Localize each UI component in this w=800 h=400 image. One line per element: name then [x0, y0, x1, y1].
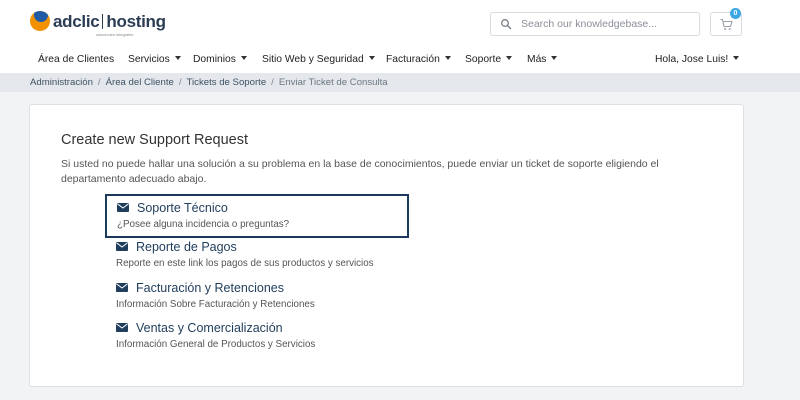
department-name: Ventas y Comercialización: [136, 321, 283, 335]
nav-item-label: Sitio Web y Seguridad: [262, 54, 364, 65]
nav-item-facturacion[interactable]: Facturación: [386, 54, 451, 65]
search-icon: [501, 19, 512, 30]
nav-item-label: Área de Clientes: [38, 54, 115, 65]
department-description: Reporte en este link los pagos de sus pr…: [116, 258, 374, 269]
department-facturacion-retenciones[interactable]: Facturación y Retenciones Información So…: [116, 279, 416, 317]
breadcrumb-separator: /: [97, 77, 101, 88]
breadcrumb-item-current: Enviar Ticket de Consulta: [278, 77, 388, 88]
breadcrumb-item-area-cliente[interactable]: Área del Cliente: [106, 77, 174, 88]
department-name: Facturación y Retenciones: [136, 281, 284, 295]
brand-name-left: adclic: [53, 12, 100, 31]
envelope-icon: [116, 283, 128, 292]
nav-item-label: Soporte: [465, 54, 502, 65]
breadcrumb: Administración / Área del Cliente / Tickets …: [0, 73, 800, 92]
caret-down-icon: [240, 56, 247, 60]
main-navigation: Área de Clientes Servicios Dominios Siti…: [0, 46, 800, 73]
caret-down-icon: [733, 56, 740, 60]
support-request-card: Create new Support Request Si usted no p…: [29, 104, 744, 387]
envelope-icon: [116, 242, 128, 251]
knowledgebase-search[interactable]: [490, 12, 700, 36]
department-link[interactable]: Ventas y Comercialización: [116, 319, 283, 337]
department-description: Información General de Productos y Servi…: [116, 339, 316, 350]
nav-item-soporte[interactable]: Soporte: [465, 54, 513, 65]
department-link[interactable]: Soporte Técnico: [117, 199, 228, 217]
department-reporte-pagos[interactable]: Reporte de Pagos Reporte en este link lo…: [116, 238, 416, 276]
department-name: Reporte de Pagos: [136, 240, 237, 254]
site-header: adclic hosting soluciones integrales 0: [0, 0, 800, 46]
caret-down-icon: [551, 56, 558, 60]
nav-item-sitio-web[interactable]: Sitio Web y Seguridad: [262, 54, 375, 65]
department-name: Soporte Técnico: [137, 201, 228, 215]
department-soporte-tecnico[interactable]: Soporte Técnico ¿Posee alguna incidencia…: [105, 194, 409, 238]
nav-item-label: Más: [527, 54, 547, 65]
nav-item-label: Facturación: [386, 54, 440, 65]
envelope-icon: [117, 203, 129, 212]
caret-down-icon: [368, 56, 375, 60]
nav-item-dominios[interactable]: Dominios: [193, 54, 247, 65]
nav-item-label: Servicios: [128, 54, 170, 65]
logo-mark-icon: [30, 11, 50, 31]
breadcrumb-separator: /: [178, 77, 182, 88]
page-description: Si usted no puede hallar una solución a …: [61, 158, 659, 185]
brand-tagline: soluciones integrales: [96, 32, 134, 37]
search-input[interactable]: [521, 16, 693, 32]
user-menu[interactable]: Hola, Jose Luis!: [655, 54, 740, 65]
brand-name: adclic hosting: [53, 12, 166, 32]
nav-item-label: Dominios: [193, 54, 236, 65]
nav-item-servicios[interactable]: Servicios: [128, 54, 181, 65]
department-link[interactable]: Facturación y Retenciones: [116, 279, 284, 297]
nav-item-mas[interactable]: Más: [527, 54, 558, 65]
user-greeting: Hola, Jose Luis!: [655, 54, 729, 65]
cart-button[interactable]: 0: [710, 8, 742, 36]
page-title: Create new Support Request: [61, 132, 248, 148]
shopping-cart-icon: [720, 18, 733, 30]
envelope-icon: [116, 323, 128, 332]
brand-name-right: hosting: [106, 12, 166, 31]
breadcrumb-separator: /: [271, 77, 274, 88]
breadcrumb-item-tickets[interactable]: Tickets de Soporte: [187, 77, 267, 88]
caret-down-icon: [506, 56, 513, 60]
department-link[interactable]: Reporte de Pagos: [116, 238, 237, 256]
caret-down-icon: [174, 56, 181, 60]
caret-down-icon: [444, 56, 451, 60]
cart-count-badge: 0: [730, 8, 741, 19]
department-ventas-comercializacion[interactable]: Ventas y Comercialización Información Ge…: [116, 319, 416, 357]
department-description: ¿Posee alguna incidencia o preguntas?: [117, 219, 290, 230]
logo-divider: [102, 14, 104, 29]
nav-item-area-clientes[interactable]: Área de Clientes: [38, 54, 114, 65]
department-description: Información Sobre Facturación y Retencio…: [116, 299, 315, 310]
breadcrumb-item-administracion[interactable]: Administración: [30, 77, 93, 88]
